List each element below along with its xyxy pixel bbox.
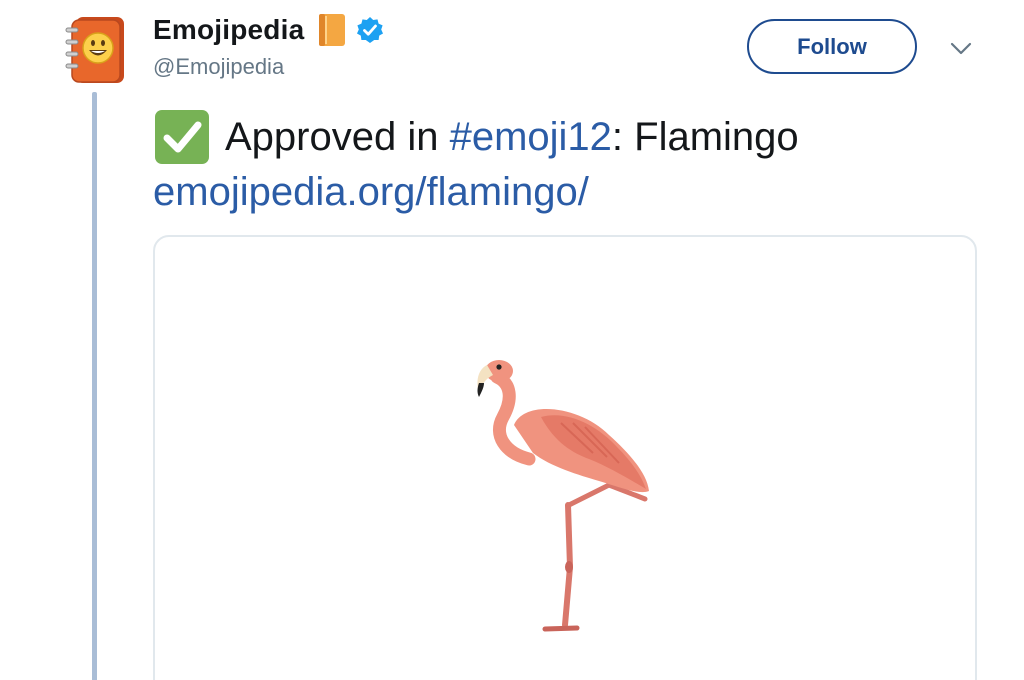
- tweet-url-link[interactable]: emojipedia.org/flamingo/: [153, 166, 589, 218]
- emojipedia-logo-icon[interactable]: [62, 14, 128, 86]
- check-mark-button-icon: [155, 110, 209, 164]
- tweet-text-line-2: emojipedia.org/flamingo/: [153, 166, 993, 218]
- tweet-header: Emojipedia @Emojipedia: [153, 10, 384, 80]
- tweet-text: Approved in #emoji12: Flamingo emojipedi…: [153, 108, 993, 218]
- orange-book-icon: [319, 14, 346, 46]
- follow-button[interactable]: Follow: [747, 19, 917, 74]
- hashtag-link[interactable]: #emoji12: [450, 111, 612, 163]
- media-card[interactable]: [153, 235, 977, 680]
- tweet-text-prefix: Approved in: [225, 115, 450, 159]
- account-handle[interactable]: @Emojipedia: [153, 54, 384, 80]
- tweet-page: Emojipedia @Emojipedia Follow Approved i…: [0, 0, 1024, 680]
- chevron-down-icon[interactable]: [948, 38, 974, 60]
- thread-line: [92, 92, 97, 680]
- flamingo-emoji-image: [477, 360, 649, 632]
- tweet-text-suffix: : Flamingo: [611, 115, 799, 159]
- tweet-text-line-1: Approved in #emoji12: Flamingo: [153, 108, 993, 166]
- verified-badge-icon: [357, 17, 384, 43]
- name-row: Emojipedia: [153, 10, 384, 50]
- display-name[interactable]: Emojipedia: [153, 14, 304, 46]
